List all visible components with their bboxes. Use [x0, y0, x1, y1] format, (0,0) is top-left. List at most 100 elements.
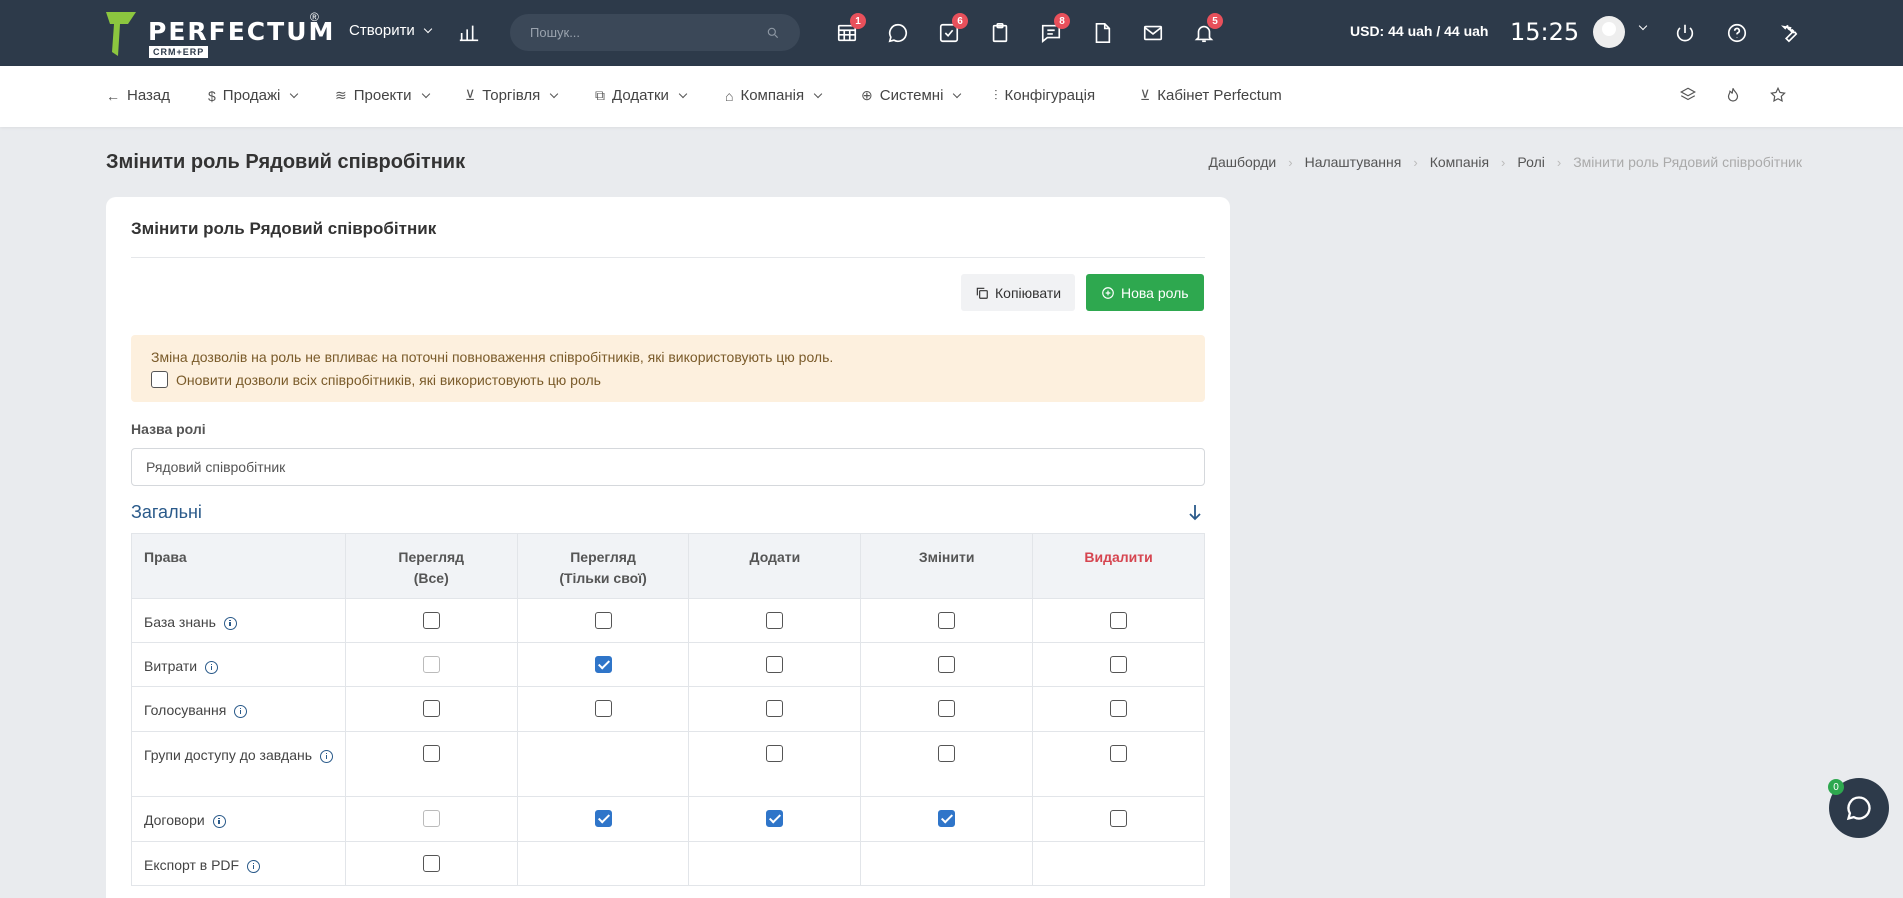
permission-cell-view-own — [516, 598, 690, 643]
info-icon[interactable] — [205, 660, 219, 674]
permission-checkbox-view-own[interactable] — [594, 656, 612, 673]
table-row: Експорт в PDF — [131, 841, 1205, 886]
permission-checkbox-edit[interactable] — [938, 700, 956, 717]
search-icon[interactable] — [766, 26, 780, 40]
stats-button[interactable] — [454, 18, 484, 48]
permission-checkbox-view-all[interactable] — [422, 612, 440, 629]
avatar[interactable] — [1593, 16, 1625, 48]
documents-button[interactable] — [1087, 18, 1117, 48]
header-edit: Змінити — [860, 533, 1034, 599]
table-row: Голосування — [131, 686, 1205, 732]
chevron-down-icon — [421, 89, 430, 98]
chevron-down-icon — [813, 89, 823, 98]
breadcrumb-dashboards[interactable]: Дашборди — [1208, 154, 1276, 170]
permission-checkbox-view-own[interactable] — [594, 810, 612, 827]
clipboard-button[interactable] — [985, 18, 1015, 48]
new-role-button[interactable]: Нова роль — [1086, 274, 1204, 311]
chevron-down-icon — [290, 89, 299, 98]
info-icon[interactable] — [247, 859, 261, 873]
role-name-input[interactable] — [131, 448, 1205, 486]
permission-checkbox-view-all[interactable] — [422, 745, 440, 762]
hot-button[interactable] — [1724, 86, 1746, 108]
nav-company-label: Компанія — [740, 87, 805, 104]
wrench-icon — [1781, 24, 1798, 43]
info-icon[interactable] — [320, 749, 334, 763]
tasks-board-button[interactable]: 1 — [832, 13, 866, 48]
permission-checkbox-delete[interactable] — [1110, 810, 1128, 827]
permission-cell-view-own — [516, 796, 690, 842]
permission-checkbox-add[interactable] — [766, 656, 784, 673]
update-all-employees-label[interactable]: Оновити дозволи всіх співробітників, які… — [176, 372, 601, 388]
permission-checkbox-add[interactable] — [766, 745, 784, 762]
copy-button[interactable]: Копіювати — [961, 274, 1076, 311]
permission-checkbox-add[interactable] — [766, 700, 784, 717]
help-button[interactable] — [1722, 18, 1752, 48]
permission-checkbox-edit[interactable] — [938, 656, 956, 673]
permission-cell-view-own — [516, 731, 690, 797]
permission-checkbox-delete[interactable] — [1110, 656, 1128, 673]
permission-cell-delete — [1032, 642, 1205, 687]
favorites-button[interactable] — [1769, 86, 1791, 108]
breadcrumb-settings[interactable]: Налаштування — [1305, 154, 1402, 170]
breadcrumb-roles[interactable]: Ролі — [1517, 154, 1544, 170]
permission-checkbox-view-all[interactable] — [422, 700, 440, 717]
section-title-general[interactable]: Загальні — [131, 502, 202, 523]
permission-checkbox-edit[interactable] — [938, 810, 956, 827]
info-icon[interactable] — [212, 814, 226, 828]
nav-system[interactable]: ⊕ Системні — [861, 87, 962, 104]
header-view-own-line1: Перегляд — [570, 549, 636, 565]
permission-checkbox-delete[interactable] — [1110, 612, 1128, 629]
update-all-employees-checkbox[interactable] — [151, 371, 168, 388]
info-icon[interactable] — [234, 704, 248, 718]
permission-checkbox-add[interactable] — [766, 810, 784, 827]
permission-name: Витрати — [144, 658, 198, 674]
permission-checkbox-view-all[interactable] — [422, 855, 440, 872]
role-name-label: Назва ролі — [131, 421, 206, 437]
nav-perfectum-cabinet[interactable]: ⊻ Кабінет Perfectum — [1140, 87, 1282, 104]
globe-icon: ⊕ — [861, 87, 873, 103]
permission-name-cell: Експорт в PDF — [131, 841, 346, 886]
permission-cell-view-all — [344, 642, 518, 687]
permission-checkbox-view-own[interactable] — [594, 700, 612, 717]
search-box[interactable] — [510, 14, 800, 51]
create-menu-button[interactable]: Створити — [349, 22, 433, 39]
permission-checkbox-delete[interactable] — [1110, 745, 1128, 762]
mail-button[interactable] — [1138, 18, 1168, 48]
breadcrumb-company[interactable]: Компанія — [1430, 154, 1489, 170]
nav-back[interactable]: ← Назад — [106, 87, 170, 104]
logo[interactable]: PERFECTUM ® CRM+ERP — [106, 10, 333, 58]
nav-sales[interactable]: $ Продажі — [208, 87, 299, 104]
permission-checkbox-view-all — [422, 656, 440, 673]
layers-button[interactable] — [1679, 86, 1701, 108]
nav-company[interactable]: ⌂ Компанія — [725, 87, 823, 104]
mail-icon — [1143, 25, 1163, 41]
nav-projects[interactable]: ≋ Проекти — [335, 87, 430, 104]
support-button[interactable]: 8 — [1036, 13, 1070, 48]
nav-addons[interactable]: ⧉ Додатки — [595, 87, 688, 104]
search-input[interactable] — [530, 25, 766, 40]
tasks-button[interactable]: 6 — [934, 13, 968, 48]
chevron-down-icon — [549, 89, 559, 98]
arrow-down-icon[interactable] — [1186, 502, 1204, 522]
logout-button[interactable] — [1670, 18, 1700, 48]
table-row: Витрати — [131, 642, 1205, 687]
permission-checkbox-edit[interactable] — [938, 612, 956, 629]
chevron-down-icon[interactable] — [1638, 21, 1648, 31]
nav-configuration[interactable]: ⫶ Конфігурація — [994, 87, 1095, 104]
permission-checkbox-delete[interactable] — [1110, 700, 1128, 717]
notifications-button[interactable]: 5 — [1189, 13, 1223, 48]
notifications-badge: 5 — [1207, 13, 1223, 29]
permission-checkbox-edit[interactable] — [938, 745, 956, 762]
chat-button[interactable] — [883, 18, 913, 48]
settings-button[interactable] — [1773, 18, 1803, 48]
permission-checkbox-view-own[interactable] — [594, 612, 612, 629]
permission-name: Експорт в PDF — [144, 857, 240, 873]
info-icon[interactable] — [223, 616, 237, 630]
permission-checkbox-add[interactable] — [766, 612, 784, 629]
breadcrumb-current: Змінити роль Рядовий співробітник — [1573, 154, 1802, 170]
nav-addons-label: Додатки — [612, 87, 669, 104]
nav-trade[interactable]: ⊻ Торгівля — [465, 87, 559, 104]
permission-name: Групи доступу до завдань — [144, 747, 313, 763]
support-badge: 8 — [1054, 13, 1070, 29]
create-label: Створити — [349, 22, 415, 39]
